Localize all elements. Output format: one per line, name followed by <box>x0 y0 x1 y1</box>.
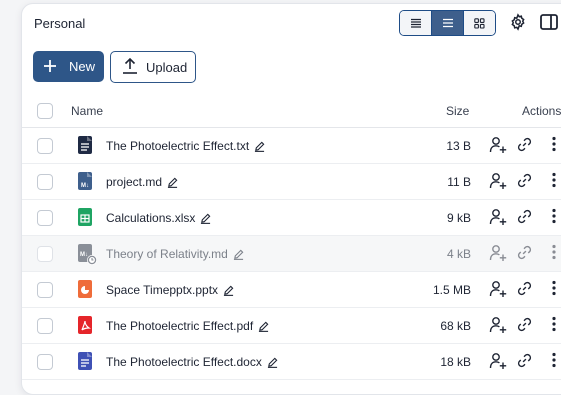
upload-button-label: Upload <box>146 60 188 75</box>
plus-icon <box>44 60 56 72</box>
file-size: 11 B <box>447 175 471 189</box>
copy-link-icon[interactable] <box>516 208 533 230</box>
rename-pencil-icon[interactable] <box>254 141 265 153</box>
file-name[interactable]: project.md <box>106 175 178 189</box>
rename-pencil-icon[interactable] <box>233 249 244 261</box>
copy-link-icon[interactable] <box>516 316 533 338</box>
file-name-text: project.md <box>106 175 163 189</box>
file-name[interactable]: Theory of Relativity.md <box>106 247 244 261</box>
upload-button[interactable]: Upload <box>110 51 196 83</box>
svg-text:M↓: M↓ <box>81 183 89 189</box>
rename-pencil-icon[interactable] <box>200 213 211 225</box>
copy-link-icon[interactable] <box>516 172 533 194</box>
file-name-text: Theory of Relativity.md <box>106 247 228 261</box>
table-row[interactable]: The Photoelectric Effect.pdf 68 kB <box>22 308 561 344</box>
more-actions-icon[interactable] <box>552 244 556 265</box>
share-user-icon[interactable] <box>489 316 507 339</box>
upload-icon <box>123 57 137 74</box>
row-checkbox[interactable] <box>37 138 53 154</box>
file-name-text: The Photoelectric Effect.pdf <box>106 319 254 333</box>
markdown-file-icon: M↓ <box>78 172 92 190</box>
copy-link-icon[interactable] <box>516 352 533 374</box>
file-name-text: Calculations.xlsx <box>106 211 196 225</box>
row-checkbox[interactable] <box>37 282 53 298</box>
table-row[interactable]: The Photoelectric Effect.txt 13 B <box>22 128 561 164</box>
share-user-icon[interactable] <box>489 172 507 195</box>
file-size: 1.5 MB <box>432 283 471 297</box>
file-name-text: The Photoelectric Effect.docx <box>106 355 262 369</box>
file-name-text: Space Timepptx.pptx <box>106 283 219 297</box>
new-button[interactable]: New <box>33 51 104 82</box>
compact-list-icon <box>410 18 421 28</box>
view-mode-toggle <box>399 10 496 36</box>
row-checkbox[interactable] <box>37 210 53 226</box>
name-column-header[interactable]: Name <box>71 104 103 118</box>
list-view-button[interactable] <box>432 11 464 35</box>
file-size: 13 B <box>446 139 471 153</box>
file-name[interactable]: Calculations.xlsx <box>106 211 211 225</box>
more-actions-icon[interactable] <box>552 352 556 373</box>
table-header: Name Size Actions <box>22 95 561 128</box>
rename-pencil-icon[interactable] <box>258 321 269 333</box>
table-row[interactable]: The Photoelectric Effect.docx 18 kB <box>22 344 561 380</box>
size-column-header[interactable]: Size <box>446 104 469 118</box>
spreadsheet-file-icon <box>78 208 92 226</box>
share-user-icon[interactable] <box>489 244 507 267</box>
more-actions-icon[interactable] <box>552 208 556 229</box>
document-file-icon <box>78 352 92 370</box>
table-row[interactable]: Space Timepptx.pptx 1.5 MB <box>22 272 561 308</box>
copy-link-icon[interactable] <box>516 244 533 266</box>
file-name-text: The Photoelectric Effect.txt <box>106 139 250 153</box>
copy-link-icon[interactable] <box>516 280 533 302</box>
file-name[interactable]: Space Timepptx.pptx <box>106 283 234 297</box>
rename-pencil-icon[interactable] <box>223 285 234 297</box>
share-user-icon[interactable] <box>489 136 507 159</box>
copy-link-icon[interactable] <box>516 136 533 158</box>
more-actions-icon[interactable] <box>552 172 556 193</box>
text-file-icon <box>78 136 92 154</box>
rename-pencil-icon[interactable] <box>167 177 178 189</box>
svg-text:M↓: M↓ <box>80 252 88 258</box>
actions-column-header: Actions <box>522 104 561 118</box>
sidebar-toggle-icon[interactable] <box>540 14 558 30</box>
table-row[interactable]: M↓ Theory of Relativity.md 4 kB <box>22 236 561 272</box>
file-size: 4 kB <box>446 247 471 261</box>
file-browser-panel: Personal New Upload Name Size Actions Th… <box>21 3 561 395</box>
new-button-label: New <box>69 59 96 74</box>
pdf-file-icon <box>78 316 92 334</box>
row-checkbox[interactable] <box>37 174 53 190</box>
more-actions-icon[interactable] <box>552 316 556 337</box>
rename-pencil-icon[interactable] <box>267 357 278 369</box>
share-user-icon[interactable] <box>489 280 507 303</box>
table-row[interactable]: M↓ project.md 11 B <box>22 164 561 200</box>
more-actions-icon[interactable] <box>552 136 556 157</box>
page-title: Personal <box>34 16 86 31</box>
file-name[interactable]: The Photoelectric Effect.docx <box>106 355 278 369</box>
markdown-file-syncing-icon: M↓ <box>78 244 97 265</box>
file-name[interactable]: The Photoelectric Effect.pdf <box>106 319 269 333</box>
file-name[interactable]: The Photoelectric Effect.txt <box>106 139 265 153</box>
file-size: 68 kB <box>440 319 471 333</box>
more-actions-icon[interactable] <box>552 280 556 301</box>
row-checkbox[interactable] <box>37 246 53 262</box>
file-size: 9 kB <box>446 211 471 225</box>
grid-view-button[interactable] <box>464 11 495 35</box>
share-user-icon[interactable] <box>489 208 507 231</box>
gear-icon[interactable] <box>509 13 527 31</box>
list-icon <box>442 18 453 28</box>
compact-list-view-button[interactable] <box>400 11 432 35</box>
grid-icon <box>474 17 485 29</box>
file-size: 18 kB <box>440 355 471 369</box>
row-checkbox[interactable] <box>37 354 53 370</box>
presentation-file-icon <box>78 280 92 298</box>
table-row[interactable]: Calculations.xlsx 9 kB <box>22 200 561 236</box>
row-checkbox[interactable] <box>37 318 53 334</box>
select-all-checkbox[interactable] <box>37 103 53 119</box>
